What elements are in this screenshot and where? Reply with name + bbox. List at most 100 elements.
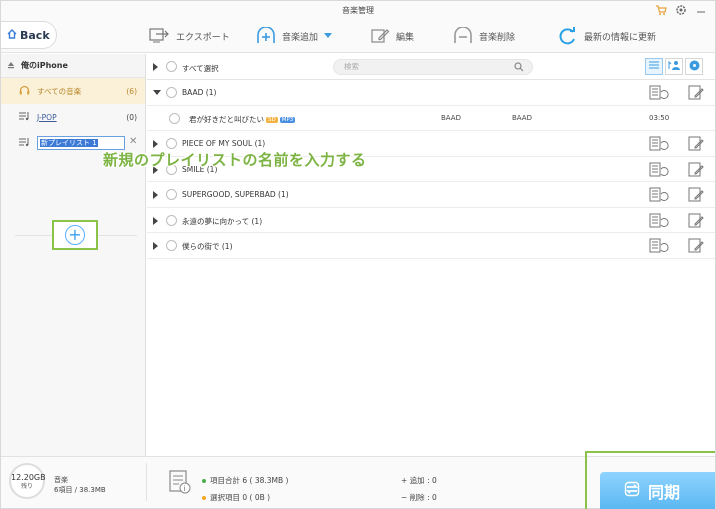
refresh-label: 最新の情報に更新 xyxy=(584,32,657,43)
playlist-icon xyxy=(19,137,30,150)
export-song-icon[interactable] xyxy=(649,162,669,180)
group-checkbox[interactable] xyxy=(166,240,177,251)
song-artist: BAAD xyxy=(441,113,461,122)
edit-song-icon[interactable] xyxy=(688,136,704,154)
group-checkbox[interactable] xyxy=(166,138,177,149)
chevron-down-icon xyxy=(324,33,333,39)
edit-song-icon[interactable] xyxy=(688,187,704,205)
select-all-checkbox[interactable] xyxy=(166,61,177,72)
group-title: PIECE OF MY SOUL (1) xyxy=(182,139,266,148)
edit-song-icon[interactable] xyxy=(688,85,704,103)
refresh-icon xyxy=(558,27,578,45)
group-title: BAAD (1) xyxy=(182,88,217,97)
artist-view-icon xyxy=(668,60,680,73)
storage-detail: 6項目 / 38.3MB xyxy=(54,486,106,494)
music-list: すべて選択 検索 BAAD (1) 君が好きだと叫びたい SD MP3 BAAD… xyxy=(147,54,715,456)
app-window: 音楽管理 Back エクスポート 音楽追加 編集 音楽削除 最新の情報に更新 俺… xyxy=(0,0,716,509)
edit-label: 編集 xyxy=(396,32,415,43)
sidebar-item-all-music[interactable]: すべての音楽 (6) xyxy=(1,78,145,104)
edit-song-icon[interactable] xyxy=(688,238,704,256)
song-row[interactable]: 君が好きだと叫びたい SD MP3 BAAD BAAD 03:50 xyxy=(147,106,715,131)
group-checkbox[interactable] xyxy=(166,189,177,200)
delete-music-button[interactable]: 音楽削除 xyxy=(453,27,515,45)
sync-icon xyxy=(624,481,640,501)
total-items-line: 項目合計 6 ( 38.3MB ) xyxy=(202,472,288,489)
green-dot-icon xyxy=(202,479,206,483)
song-duration: 03:50 xyxy=(649,113,670,122)
group-checkbox[interactable] xyxy=(166,87,177,98)
artist-view-button[interactable] xyxy=(665,58,683,75)
edit-button[interactable]: 編集 xyxy=(370,27,414,45)
cart-icon[interactable] xyxy=(655,4,667,16)
expand-arrow-icon[interactable] xyxy=(153,63,159,71)
sd-badge: SD xyxy=(266,116,278,123)
song-title: 君が好きだと叫びたい SD MP3 xyxy=(189,114,296,125)
export-song-icon[interactable] xyxy=(649,136,669,154)
close-icon[interactable]: ✕ xyxy=(129,137,139,147)
search-icon[interactable] xyxy=(514,62,524,77)
new-playlist-name-value: 新プレイリスト 1 xyxy=(40,139,98,147)
sidebar-item-label: すべての音楽 xyxy=(37,86,82,96)
song-title-text: 君が好きだと叫びたい xyxy=(189,114,264,124)
storage-gb: 12.20GB xyxy=(11,473,46,482)
view-mode-switcher xyxy=(645,58,703,75)
group-checkbox[interactable] xyxy=(166,214,177,226)
sidebar-item-jpop[interactable]: J-POP (0) xyxy=(1,104,145,130)
orange-dot-icon xyxy=(202,496,206,500)
added-count: 追加 : 0 xyxy=(409,476,437,485)
group-title: 永遠の夢に向かって (1) xyxy=(182,216,263,226)
expand-arrow-icon[interactable] xyxy=(153,242,159,250)
song-album: BAAD xyxy=(512,113,532,122)
song-checkbox[interactable] xyxy=(169,112,180,124)
headphones-icon xyxy=(19,85,30,97)
mp3-badge: MP3 xyxy=(279,116,296,123)
expand-arrow-icon[interactable] xyxy=(153,140,159,148)
list-view-button[interactable] xyxy=(645,58,663,75)
list-group-row[interactable]: 永遠の夢に向かって (1) xyxy=(147,208,715,233)
add-playlist-button[interactable]: + xyxy=(65,225,85,245)
album-view-button[interactable] xyxy=(685,58,703,75)
search-input[interactable]: 検索 xyxy=(333,59,533,75)
group-title: SUPERGOOD, SUPERBAD (1) xyxy=(182,190,289,199)
back-button[interactable]: Back xyxy=(1,21,57,49)
new-playlist-name-input[interactable]: 新プレイリスト 1 xyxy=(37,136,125,150)
settings-icon[interactable] xyxy=(675,4,687,16)
edit-song-icon[interactable] xyxy=(688,162,704,180)
sync-button[interactable]: 同期 xyxy=(600,472,715,509)
list-group-row[interactable]: SUPERGOOD, SUPERBAD (1) xyxy=(147,182,715,208)
list-header: すべて選択 検索 xyxy=(147,54,715,80)
storage-info: 音楽 6項目 / 38.3MB xyxy=(54,475,106,495)
refresh-button[interactable]: 最新の情報に更新 xyxy=(558,27,656,45)
expand-arrow-icon[interactable] xyxy=(153,191,159,199)
home-icon xyxy=(7,28,17,42)
add-music-label: 音楽追加 xyxy=(282,32,319,43)
footer-divider xyxy=(146,463,147,501)
expand-arrow-icon[interactable] xyxy=(153,216,159,225)
add-music-button[interactable]: 音楽追加 xyxy=(256,27,333,45)
device-name: 俺のiPhone xyxy=(21,61,68,70)
storage-remaining: 残り xyxy=(20,483,33,490)
select-all-label: すべて選択 xyxy=(182,64,219,73)
list-group-row[interactable]: 僕らの街で (1) xyxy=(147,233,715,259)
export-label: エクスポート xyxy=(176,32,230,43)
minus-icon: − xyxy=(401,493,408,502)
collapse-arrow-icon[interactable] xyxy=(153,90,161,95)
status-bar: 12.20GB 残り 音楽 6項目 / 38.3MB i 項目合計 6 ( 38… xyxy=(1,451,715,509)
storage-type: 音楽 xyxy=(54,476,68,484)
device-header[interactable]: 俺のiPhone xyxy=(1,54,145,78)
export-song-icon[interactable] xyxy=(649,85,669,103)
export-song-icon[interactable] xyxy=(649,213,669,231)
sidebar-item-count: (0) xyxy=(126,112,137,122)
change-counts: + 追加 : 0 − 削除 : 0 xyxy=(401,472,437,506)
selected-items-line: 選択項目 0 ( 0B ) xyxy=(202,489,288,506)
export-song-icon[interactable] xyxy=(649,187,669,205)
export-song-icon[interactable] xyxy=(649,238,669,256)
eject-icon[interactable] xyxy=(7,61,15,71)
edit-song-icon[interactable] xyxy=(688,213,704,231)
minimize-icon[interactable] xyxy=(695,4,707,16)
search-placeholder: 検索 xyxy=(344,62,359,71)
export-button[interactable]: エクスポート xyxy=(148,27,230,45)
title-bar-icons xyxy=(655,4,707,16)
sidebar: 俺のiPhone すべての音楽 (6) J-POP (0) 新プレイリスト 1 … xyxy=(1,54,146,456)
list-group-row[interactable]: BAAD (1) xyxy=(147,80,715,106)
